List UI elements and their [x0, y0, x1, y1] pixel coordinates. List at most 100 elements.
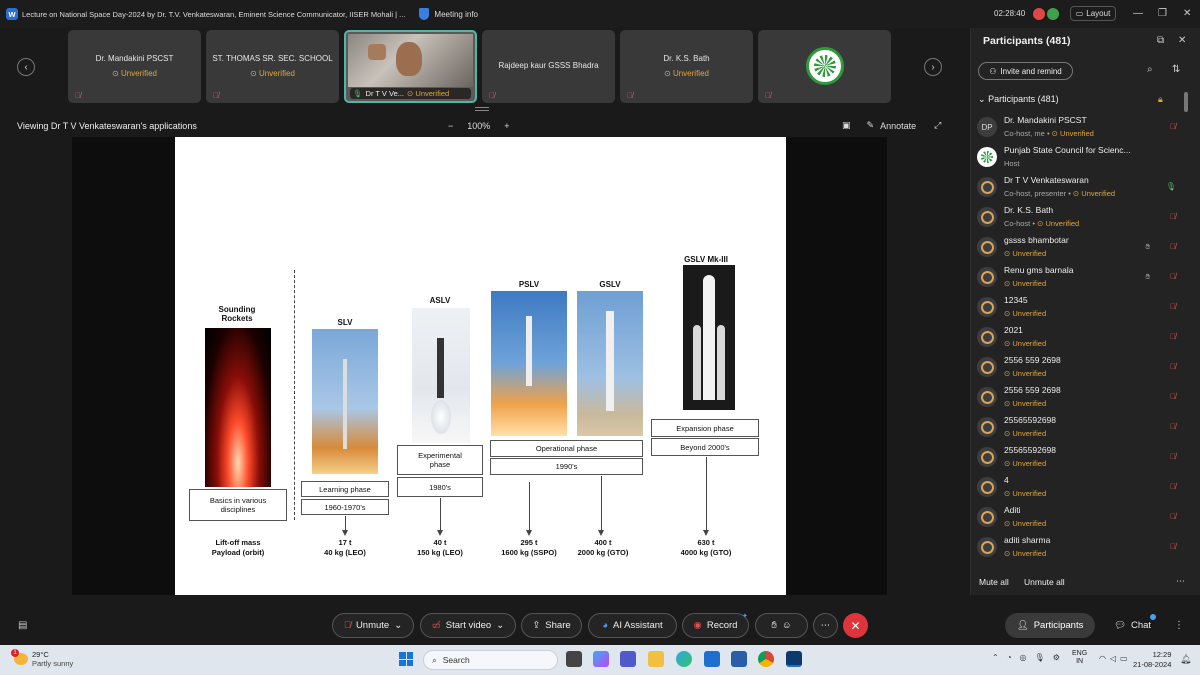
start-button[interactable] — [399, 652, 413, 666]
aslv-rocket-image — [412, 308, 470, 443]
notification-bell-icon[interactable]: 🔔︎ — [1180, 654, 1191, 665]
mute-all-button[interactable]: Mute all — [979, 577, 1009, 587]
video-tile[interactable]: Rajdeep kaur GSSS Bhadra 🎙̸ — [482, 30, 615, 103]
participant-row[interactable]: Renu gms barnala ⊙ Unverified ✋︎ 🎙̸ — [975, 263, 1180, 293]
video-tile-active-speaker[interactable]: 🎙 Dr T V Ve... ⊙ Unverified — [344, 30, 477, 103]
participant-row[interactable]: aditi sharma ⊙ Unverified 🎙̸ — [975, 533, 1180, 563]
file-explorer-icon[interactable] — [648, 651, 664, 667]
expand-icon[interactable]: ⤢ — [934, 120, 941, 131]
mic-muted-icon[interactable]: 🎙̸ — [1170, 422, 1176, 431]
store-icon[interactable] — [704, 651, 720, 667]
mic-muted-icon[interactable]: 🎙̸ — [1170, 122, 1176, 131]
more-options-icon[interactable]: ⋮ — [1174, 620, 1184, 631]
mic-muted-icon[interactable]: 🎙̸ — [1170, 512, 1176, 521]
wifi-icon[interactable]: ◠ — [1099, 654, 1106, 663]
mic-muted-icon[interactable]: 🎙̸ — [1170, 272, 1176, 281]
phase-box: Learning phase — [301, 481, 389, 497]
search-icon[interactable]: ⌕ — [1147, 64, 1153, 75]
participant-row[interactable]: Punjab State Council for Scienc... Host — [975, 143, 1180, 173]
more-button[interactable]: ⋯ — [813, 613, 838, 638]
leave-meeting-button[interactable]: ✕ — [843, 613, 868, 638]
mic-muted-icon[interactable]: 🎙̸ — [1170, 242, 1176, 251]
participant-row[interactable]: 25565592698 ⊙ Unverified 🎙̸ — [975, 443, 1180, 473]
participants-button[interactable]: 👤︎ Participants — [1005, 613, 1095, 638]
mic-muted-icon[interactable]: 🎙̸ — [1170, 362, 1176, 371]
annotate-button[interactable]: Annotate — [880, 121, 916, 131]
mic-muted-icon[interactable]: 🎙̸ — [1170, 452, 1176, 461]
volume-icon[interactable]: ◁ — [1110, 654, 1116, 663]
participants-section-header[interactable]: ⌄ Participants (481) — [978, 94, 1059, 105]
task-view-icon[interactable] — [566, 651, 582, 667]
mic-muted-icon[interactable]: 🎙̸ — [1170, 332, 1176, 341]
close-icon[interactable]: ✕ — [1183, 8, 1191, 19]
popout-icon[interactable]: ⧉ — [1157, 35, 1164, 46]
chrome-icon[interactable] — [758, 651, 774, 667]
close-panel-icon[interactable]: ✕ — [1178, 35, 1186, 46]
zoom-in-button[interactable]: + — [504, 121, 509, 131]
participant-row[interactable]: gssss bhambotar ⊙ Unverified ✋︎ 🎙̸ — [975, 233, 1180, 263]
captions-icon[interactable]: ▤ — [18, 620, 27, 631]
tray-app-icon[interactable]: ◔ — [1007, 653, 1012, 662]
webex-taskbar-icon[interactable] — [786, 651, 802, 667]
mic-muted-icon[interactable]: 🎙̸ — [1170, 392, 1176, 401]
filmstrip-next-button[interactable]: › — [924, 58, 942, 76]
participant-row[interactable]: 2021 ⊙ Unverified 🎙̸ — [975, 323, 1180, 353]
minimize-icon[interactable]: — — [1133, 8, 1143, 19]
invite-button[interactable]: ⚇ Invite and remind — [978, 62, 1073, 80]
restore-icon[interactable]: ❐ — [1158, 8, 1167, 19]
participant-row[interactable]: Aditi ⊙ Unverified 🎙̸ — [975, 503, 1180, 533]
video-tile[interactable]: ST. THOMAS SR. SEC. SCHOOL ⊙ Unverified … — [206, 30, 339, 103]
participant-row[interactable]: 2556 559 2698 ⊙ Unverified 🎙̸ — [975, 383, 1180, 413]
reactions-button[interactable]: ✋︎ ☺ — [755, 613, 808, 638]
more-options-icon[interactable]: ⋯ — [1176, 576, 1185, 587]
mic-muted-icon[interactable]: 🎙̸ — [1170, 302, 1176, 311]
mic-icon[interactable]: 🎙︎ — [1035, 653, 1045, 662]
participant-row[interactable]: 4 ⊙ Unverified 🎙̸ — [975, 473, 1180, 503]
mic-on-icon[interactable]: 🎙 — [1166, 182, 1176, 191]
meeting-info-link[interactable]: Meeting info — [434, 10, 478, 19]
taskbar-search[interactable]: ⌕ Search — [423, 650, 558, 670]
mic-muted-icon[interactable]: 🎙̸ — [1170, 212, 1176, 221]
edge-icon[interactable] — [676, 651, 692, 667]
shield-icon[interactable] — [419, 8, 430, 20]
unmute-button[interactable]: 🎙̸ Unmute ⌄ — [332, 613, 414, 638]
camera-off-icon[interactable]: ◎ — [1020, 653, 1027, 662]
participant-row[interactable]: Dr T V Venkateswaran Co-host, presenter … — [975, 173, 1180, 203]
video-tile[interactable]: 🎙̸ — [758, 30, 891, 103]
sort-icon[interactable]: ⇅ — [1172, 64, 1180, 75]
share-view-icon[interactable]: ▣ — [842, 120, 851, 131]
filmstrip-prev-button[interactable]: ‹ — [17, 58, 35, 76]
participant-row[interactable]: 12345 ⊙ Unverified 🎙̸ — [975, 293, 1180, 323]
chevron-up-icon[interactable]: ⌃ — [992, 653, 999, 662]
battery-icon[interactable]: ▭ — [1120, 654, 1128, 663]
participant-role: ⊙ Unverified — [1004, 339, 1047, 348]
participant-row[interactable]: Dr. K.S. Bath Co-host • ⊙ Unverified 🎙̸ — [975, 203, 1180, 233]
lock-icon[interactable]: 🔒︎ — [1158, 94, 1163, 105]
record-button[interactable]: ◉ Record — [682, 613, 749, 638]
zoom-out-button[interactable]: − — [448, 121, 453, 131]
unmute-all-button[interactable]: Unmute all — [1024, 577, 1065, 587]
copilot-icon[interactable] — [593, 651, 609, 667]
tile-status: ⊙ Unverified — [250, 69, 295, 78]
participant-row[interactable]: DP Dr. Mandakini PSCST Co-host, me • ⊙ U… — [975, 113, 1180, 143]
mic-muted-icon[interactable]: 🎙̸ — [1170, 482, 1176, 491]
clock[interactable]: 12:29 21-08-2024 — [1133, 650, 1171, 670]
video-tile[interactable]: Dr. K.S. Bath ⊙ Unverified 🎙̸ — [620, 30, 753, 103]
participant-row[interactable]: 2556 559 2698 ⊙ Unverified 🎙̸ — [975, 353, 1180, 383]
ai-assistant-button[interactable]: ◕ AI Assistant — [588, 613, 677, 638]
app-icon[interactable] — [731, 651, 747, 667]
video-tile[interactable]: Dr. Mandakini PSCST ⊙ Unverified 🎙̸ — [68, 30, 201, 103]
panel-scrollbar[interactable] — [1184, 92, 1188, 112]
language-indicator[interactable]: ENG IN — [1072, 650, 1087, 667]
weather-widget[interactable]: 1 29°C Partly sunny — [11, 649, 73, 668]
share-button[interactable]: ⇪ Share — [521, 613, 582, 638]
teams-icon[interactable] — [620, 651, 636, 667]
tray-settings-icon[interactable]: ⚙︎ — [1053, 653, 1060, 662]
avatar — [977, 297, 997, 317]
start-video-button[interactable]: ▭̸ Start video ⌄ — [420, 613, 516, 638]
participant-row[interactable]: 25565592698 ⊙ Unverified 🎙̸ — [975, 413, 1180, 443]
mic-muted-icon[interactable]: 🎙̸ — [1170, 542, 1176, 551]
participant-role: Host — [1004, 159, 1020, 168]
layout-button[interactable]: ▭ Layout — [1070, 6, 1116, 21]
resize-handle[interactable] — [475, 107, 489, 111]
